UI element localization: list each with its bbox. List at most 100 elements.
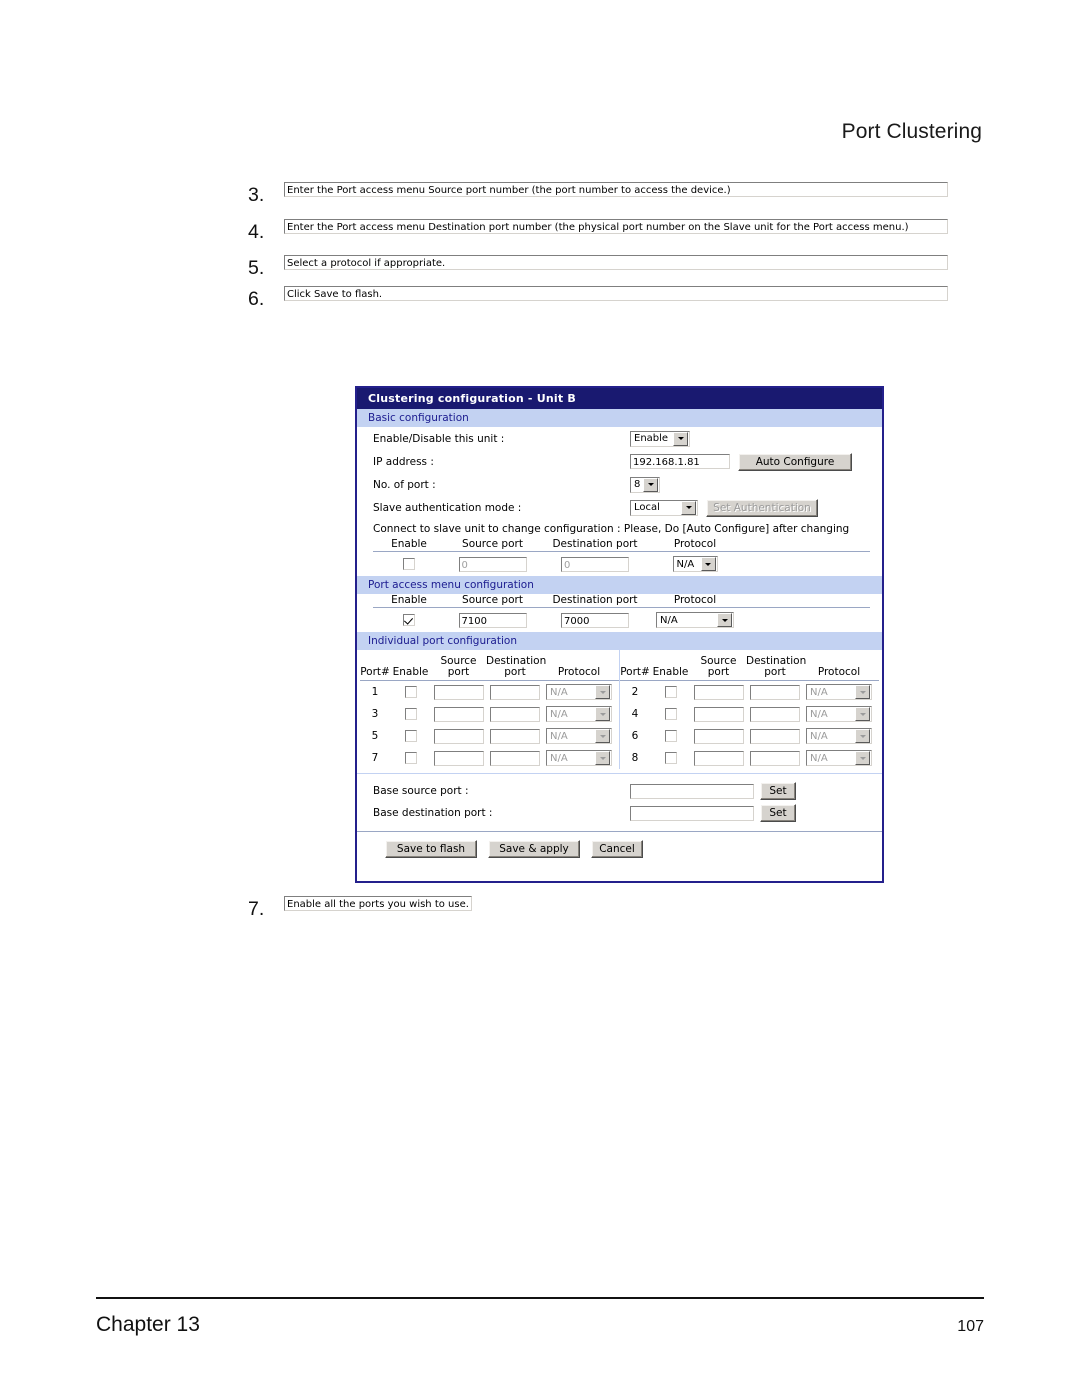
destination-port-input[interactable]: 7000 <box>561 612 629 628</box>
chevron-down-icon <box>673 431 688 446</box>
chevron-down-icon <box>717 613 732 627</box>
column-header-protocol: Protocol <box>673 594 717 606</box>
destination-port-input[interactable] <box>490 684 540 700</box>
no-of-port-select[interactable]: 8 <box>630 476 660 493</box>
protocol-select[interactable]: N/A <box>546 684 612 700</box>
enable-checkbox[interactable] <box>403 558 415 570</box>
port-number: 4 <box>631 708 639 720</box>
cancel-button[interactable]: Cancel <box>591 840 643 858</box>
column-header-port-num: Port# <box>620 665 650 678</box>
source-port-input[interactable] <box>693 706 744 722</box>
section-header-basic-configuration: Basic configuration <box>357 409 882 427</box>
table-row: 1 N/A <box>360 681 619 703</box>
column-header-port-num: Port# <box>360 665 390 678</box>
list-item-number: 3. <box>248 184 265 206</box>
list-item-text: Enable all the ports you wish to use. <box>284 896 472 911</box>
port-access-table-header: Enable Source port Destination port Prot… <box>373 594 870 608</box>
ip-address-input[interactable]: 192.168.1.81 <box>630 454 730 469</box>
list-item-text: Select a protocol if appropriate. <box>284 255 948 271</box>
enable-checkbox[interactable] <box>404 752 417 764</box>
enable-checkbox[interactable] <box>404 686 417 698</box>
column-header-source: Source port <box>462 538 523 550</box>
destination-port-input[interactable] <box>490 706 540 722</box>
column-header-protocol: Protocol <box>817 665 861 678</box>
base-source-port-set-button[interactable]: Set <box>760 782 796 800</box>
destination-port-input[interactable] <box>750 706 800 722</box>
port-number: 8 <box>631 752 639 764</box>
destination-port-input[interactable]: 0 <box>561 556 629 572</box>
destination-port-input[interactable] <box>750 750 800 766</box>
enable-checkbox[interactable] <box>403 614 415 626</box>
chevron-down-icon <box>595 685 610 699</box>
source-port-input[interactable] <box>433 750 484 766</box>
table-row: 5 N/A <box>360 725 619 747</box>
protocol-select[interactable]: N/A <box>546 728 612 744</box>
enable-unit-select[interactable]: Enable <box>630 430 690 447</box>
base-destination-port-set-button[interactable]: Set <box>760 804 796 822</box>
protocol-select[interactable]: N/A <box>806 684 872 700</box>
protocol-select[interactable]: N/A <box>806 706 872 722</box>
enable-checkbox[interactable] <box>664 752 677 764</box>
destination-port-input[interactable] <box>490 750 540 766</box>
save-to-flash-button[interactable]: Save to flash <box>385 840 477 858</box>
list-item: 7. Enable all the ports you wish to use. <box>248 896 948 923</box>
base-destination-port-input[interactable] <box>630 805 754 821</box>
base-source-port-label: Base source port : <box>373 785 469 797</box>
slave-auth-mode-select[interactable]: Local <box>630 499 698 516</box>
save-and-apply-button[interactable]: Save & apply <box>488 840 580 858</box>
destination-port-input[interactable] <box>490 728 540 744</box>
enable-checkbox[interactable] <box>664 708 677 720</box>
individual-port-header-right: Port# Enable Source port Destination por… <box>620 650 879 681</box>
enable-checkbox[interactable] <box>404 708 417 720</box>
protocol-select[interactable]: N/A <box>806 750 872 766</box>
ip-address-label: IP address : <box>373 455 434 468</box>
basic-port-table-header: Enable Source port Destination port Prot… <box>373 538 870 552</box>
base-source-port-row: Base source port : Set <box>357 780 882 802</box>
source-port-input[interactable] <box>693 750 744 766</box>
protocol-select[interactable]: N/A <box>546 706 612 722</box>
port-number: 1 <box>371 686 379 698</box>
protocol-select[interactable]: N/A <box>806 728 872 744</box>
set-authentication-button[interactable]: Set Authentication <box>706 498 818 517</box>
source-port-input[interactable] <box>693 728 744 744</box>
list-item: 4. Enter the Port access menu Destinatio… <box>248 218 948 246</box>
enable-checkbox[interactable] <box>664 730 677 742</box>
source-port-input[interactable]: 0 <box>458 556 527 572</box>
protocol-select[interactable]: N/A <box>546 750 612 766</box>
enable-checkbox[interactable] <box>664 686 677 698</box>
enable-checkbox[interactable] <box>404 730 417 742</box>
enable-unit-label: Enable/Disable this unit : <box>373 432 505 445</box>
column-header-destination: Destination port <box>746 654 807 678</box>
list-item-number: 4. <box>248 220 265 243</box>
port-number: 5 <box>371 730 379 742</box>
chevron-down-icon <box>855 751 870 765</box>
running-head: Port Clustering <box>841 120 982 143</box>
clustering-configuration-panel: Clustering configuration - Unit B Basic … <box>355 386 884 883</box>
protocol-select[interactable]: N/A <box>672 556 718 572</box>
destination-port-input[interactable] <box>750 728 800 744</box>
column-header-destination: Destination port <box>486 654 547 678</box>
action-button-bar: Save to flash Save & apply Cancel <box>357 831 882 858</box>
destination-port-input[interactable] <box>750 684 800 700</box>
base-source-port-input[interactable] <box>630 783 754 799</box>
list-item-number: 7. <box>248 898 265 920</box>
column-header-source: Source port <box>440 654 477 678</box>
column-header-enable: Enable <box>392 665 429 678</box>
panel-title: Clustering configuration - Unit B <box>357 388 882 409</box>
source-port-input[interactable] <box>433 684 484 700</box>
table-row: 4 N/A <box>620 703 879 725</box>
protocol-select[interactable]: N/A <box>656 612 734 628</box>
list-item-number: 6. <box>248 287 265 310</box>
source-port-input[interactable]: 7100 <box>458 612 527 628</box>
instruction-list: 3. Enter the Port access menu Source por… <box>248 182 948 316</box>
column-header-source: Source port <box>700 654 737 678</box>
source-port-input[interactable] <box>433 728 484 744</box>
source-port-input[interactable] <box>433 706 484 722</box>
chevron-down-icon <box>643 477 658 492</box>
auto-configure-button[interactable]: Auto Configure <box>738 452 852 471</box>
source-port-input[interactable] <box>693 684 744 700</box>
column-header-enable: Enable <box>652 665 689 678</box>
protocol-value: N/A <box>810 686 828 698</box>
table-row: 8 N/A <box>620 747 879 769</box>
individual-port-column-left: Port# Enable Source port Destination por… <box>360 650 619 769</box>
